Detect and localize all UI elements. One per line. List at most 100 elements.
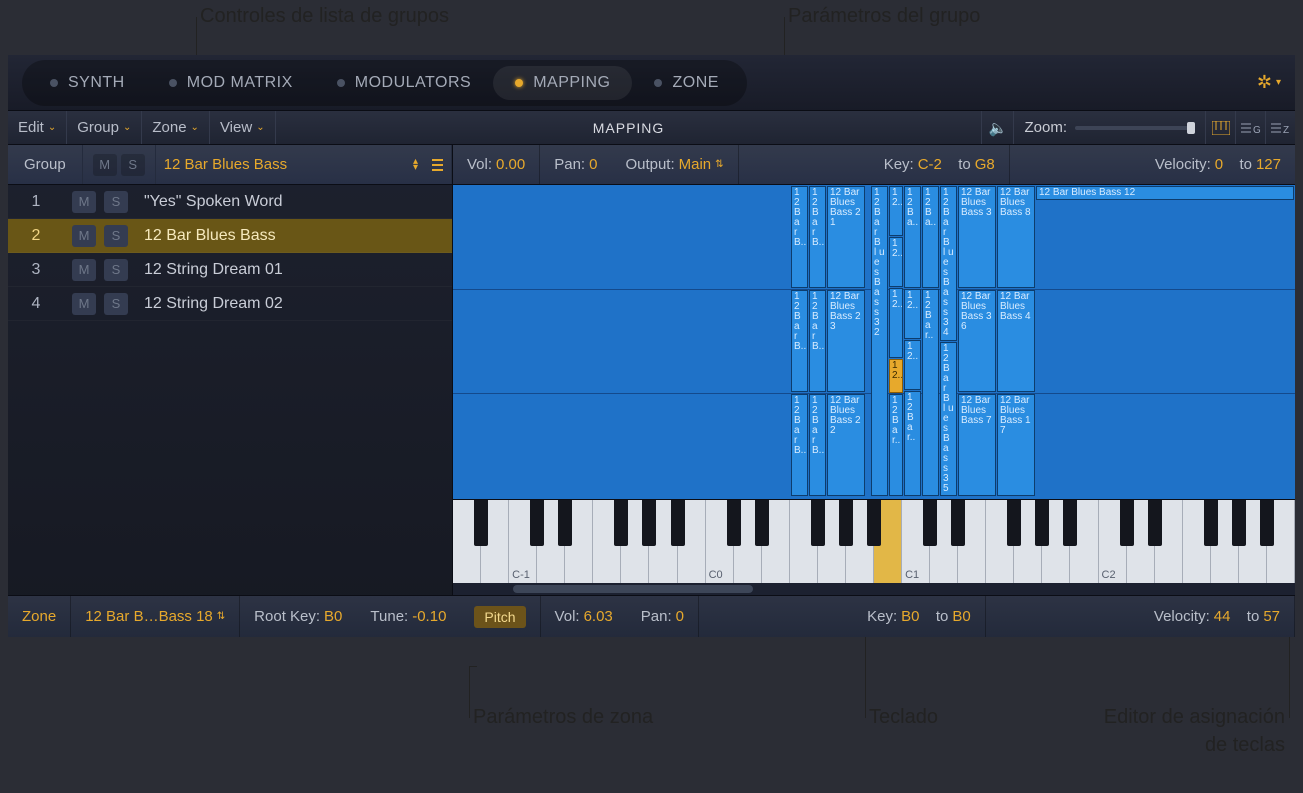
zone-block[interactable]: 1 2.. xyxy=(889,186,903,236)
param-tune[interactable]: Tune: -0.10 xyxy=(356,596,460,637)
pitch-toggle[interactable]: Pitch xyxy=(460,596,540,637)
solo-button[interactable]: S xyxy=(104,225,128,247)
zone-block[interactable]: 1 2 B a r B l u e s B a s s 3 4 xyxy=(940,186,957,341)
zone-block[interactable]: 1 2 B a r B.. xyxy=(809,186,826,288)
zone-block[interactable]: 1 2 B a r.. xyxy=(889,394,903,496)
zone-block[interactable]: 12 Bar Blues Bass 17 xyxy=(997,394,1035,496)
black-key[interactable] xyxy=(530,500,544,546)
key-mapping-grid[interactable]: 1 2 B a r B.. 1 2 B a r B.. 12 Bar Blues… xyxy=(453,185,1295,499)
black-key[interactable] xyxy=(614,500,628,546)
zoom-slider[interactable] xyxy=(1075,126,1195,130)
mute-button[interactable]: M xyxy=(72,191,96,213)
black-key[interactable] xyxy=(727,500,741,546)
pitch-button[interactable]: Pitch xyxy=(474,606,525,628)
menu-view[interactable]: View⌄ xyxy=(210,111,276,144)
param-zone-vol[interactable]: Vol: 6.03 xyxy=(541,596,627,637)
param-zone-key-range[interactable]: Key: B0 to B0 xyxy=(853,596,986,637)
zone-block[interactable]: 12 Bar Blues Bass 23 xyxy=(827,290,865,392)
zone-block[interactable]: 12 Bar Blues Bass 12 xyxy=(1036,186,1294,200)
zone-block[interactable]: 1 2.. xyxy=(904,340,921,390)
black-key[interactable] xyxy=(1232,500,1246,546)
zone-block[interactable]: 1 2 B a r B.. xyxy=(791,186,808,288)
solo-button[interactable]: S xyxy=(104,191,128,213)
black-key[interactable] xyxy=(811,500,825,546)
mute-button[interactable]: M xyxy=(72,259,96,281)
mute-button[interactable]: M xyxy=(93,154,117,176)
zone-block[interactable]: 12 Bar Blues Bass 4 xyxy=(997,290,1035,392)
param-vol[interactable]: Vol: 0.00 xyxy=(453,145,540,184)
zone-block[interactable]: 1 2 B a r B l u e s B a s s 3 2 xyxy=(871,186,888,496)
param-root-key[interactable]: Root Key: B0 xyxy=(240,596,356,637)
zone-block-selected[interactable]: 1 2.. xyxy=(889,359,903,393)
group-row[interactable]: 2 MS 12 Bar Blues Bass xyxy=(8,219,452,253)
zone-block[interactable]: 12 Bar Blues Bass 22 xyxy=(827,394,865,496)
black-key[interactable] xyxy=(642,500,656,546)
group-list-toggle[interactable] xyxy=(424,145,452,184)
view-group-list-button[interactable]: G xyxy=(1235,111,1265,144)
menu-zone[interactable]: Zone⌄ xyxy=(142,111,210,144)
zone-block[interactable]: 12 Bar Blues Bass 21 xyxy=(827,186,865,288)
black-key[interactable] xyxy=(1063,500,1077,546)
solo-button[interactable]: S xyxy=(104,293,128,315)
settings-menu-button[interactable]: ✲▾ xyxy=(1257,72,1281,93)
zone-block[interactable]: 1 2.. xyxy=(889,237,903,287)
tab-synth[interactable]: SYNTH xyxy=(28,66,147,100)
zone-block[interactable]: 1 2 B a r B l u e s B a s s 3 5 xyxy=(940,342,957,496)
black-key[interactable] xyxy=(1260,500,1274,546)
zone-block[interactable]: 1 2 B a r B.. xyxy=(809,290,826,392)
solo-button[interactable]: S xyxy=(104,259,128,281)
black-key[interactable] xyxy=(1007,500,1021,546)
menu-edit[interactable]: Edit⌄ xyxy=(8,111,67,144)
menu-group[interactable]: Group⌄ xyxy=(67,111,142,144)
view-zone-list-button[interactable]: Z xyxy=(1265,111,1295,144)
param-output[interactable]: Output: Main ⇅ xyxy=(611,145,738,184)
black-key[interactable] xyxy=(839,500,853,546)
param-velocity-range[interactable]: Velocity: 0 to 127 xyxy=(1141,145,1295,184)
mute-button[interactable]: M xyxy=(72,293,96,315)
slider-thumb[interactable] xyxy=(1187,122,1195,134)
zone-block[interactable]: 1 2 B a r B.. xyxy=(791,394,808,496)
stepper-icon[interactable]: ▴▾ xyxy=(407,159,424,171)
black-key[interactable] xyxy=(558,500,572,546)
tab-mod-matrix[interactable]: MOD MATRIX xyxy=(147,66,315,100)
zone-block[interactable]: 1 2 B a r B.. xyxy=(791,290,808,392)
black-key[interactable] xyxy=(671,500,685,546)
black-key[interactable] xyxy=(1120,500,1134,546)
group-row[interactable]: 3 MS 12 String Dream 01 xyxy=(8,253,452,287)
zone-block[interactable]: 1 2 B a r.. xyxy=(922,289,939,496)
black-key[interactable] xyxy=(951,500,965,546)
zone-block[interactable]: 12 Bar Blues Bass 3 xyxy=(958,186,996,288)
group-name-select[interactable]: 12 Bar Blues Bass xyxy=(156,156,407,173)
black-key[interactable] xyxy=(923,500,937,546)
zone-block[interactable]: 12 Bar Blues Bass 8 xyxy=(997,186,1035,288)
tab-zone[interactable]: ZONE xyxy=(632,66,740,100)
tab-mapping[interactable]: MAPPING xyxy=(493,66,632,100)
group-row[interactable]: 1 MS "Yes" Spoken Word xyxy=(8,185,452,219)
zone-block[interactable]: 1 2 B a.. xyxy=(922,186,939,288)
param-key-range[interactable]: Key: C-2 to G8 xyxy=(870,145,1010,184)
group-row[interactable]: 4 MS 12 String Dream 02 xyxy=(8,287,452,321)
param-zone-pan[interactable]: Pan: 0 xyxy=(627,596,699,637)
solo-button[interactable]: S xyxy=(121,154,145,176)
zone-block[interactable]: 12 Bar Blues Bass 36 xyxy=(958,290,996,392)
mute-button[interactable]: M xyxy=(72,225,96,247)
param-zone-velocity-range[interactable]: Velocity: 44 to 57 xyxy=(1140,596,1295,637)
zoom-control[interactable]: Zoom: xyxy=(1013,111,1205,144)
black-key[interactable] xyxy=(1204,500,1218,546)
zone-block[interactable]: 12 Bar Blues Bass 7 xyxy=(958,394,996,496)
black-key[interactable] xyxy=(867,500,881,546)
black-key[interactable] xyxy=(1148,500,1162,546)
scrollbar-thumb[interactable] xyxy=(513,585,753,593)
zone-block[interactable]: 1 2 B a.. xyxy=(904,186,921,288)
view-keymap-button[interactable] xyxy=(1205,111,1235,144)
zone-name-select[interactable]: 12 Bar B…Bass 18 ⇅ xyxy=(71,596,240,637)
zone-block[interactable]: 1 2 B a r.. xyxy=(904,391,921,496)
zone-block[interactable]: 1 2.. xyxy=(889,288,903,358)
black-key[interactable] xyxy=(474,500,488,546)
horizontal-scrollbar[interactable] xyxy=(453,583,1295,595)
zone-block[interactable]: 1 2 B a r B.. xyxy=(809,394,826,496)
tab-modulators[interactable]: MODULATORS xyxy=(315,66,493,100)
black-key[interactable] xyxy=(755,500,769,546)
audition-toggle[interactable]: 🔈 xyxy=(981,111,1013,144)
param-pan[interactable]: Pan: 0 xyxy=(540,145,611,184)
